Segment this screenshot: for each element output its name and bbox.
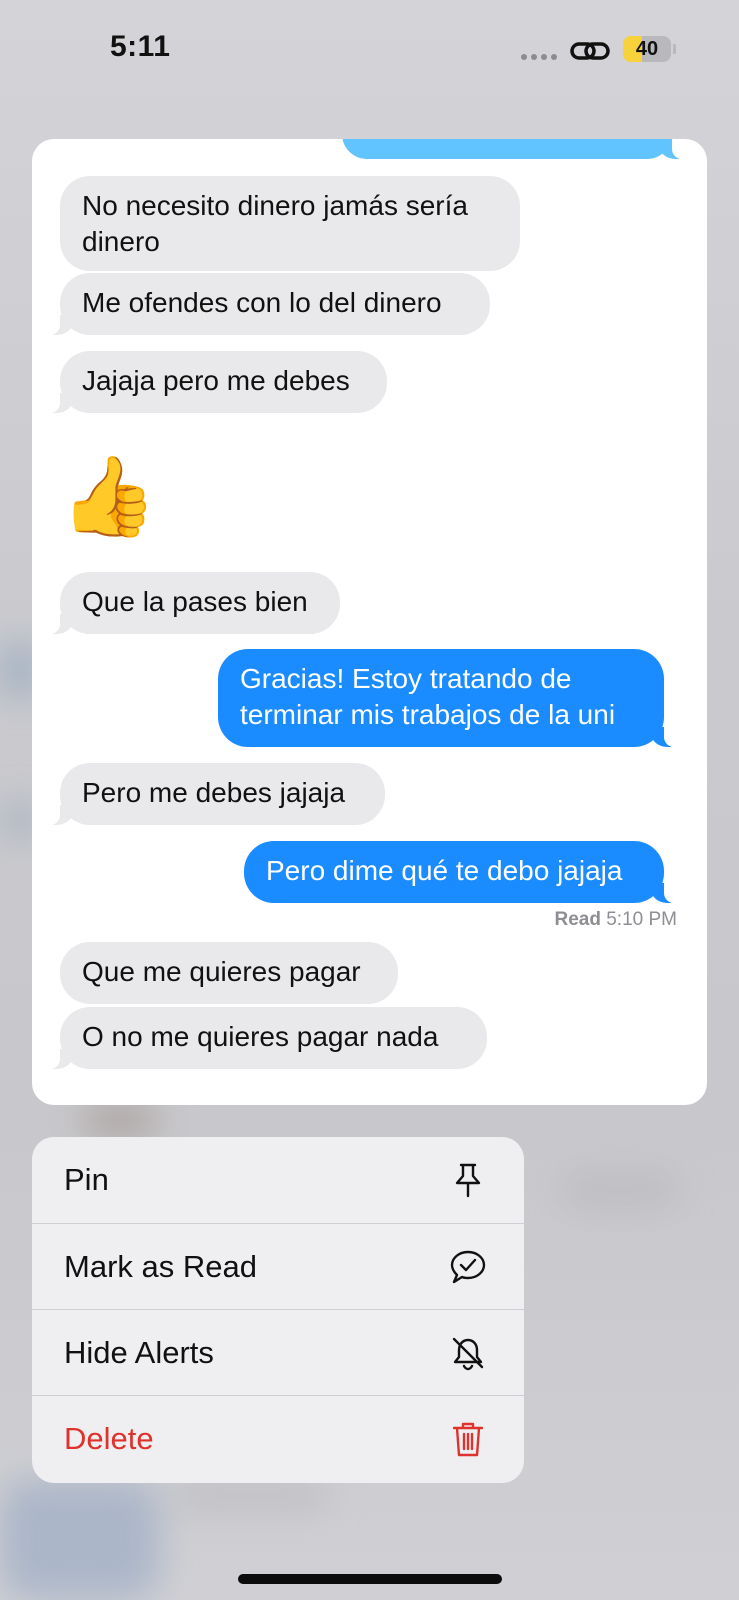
read-receipt: Read 5:10 PM [554, 909, 677, 931]
trash-icon [452, 1422, 484, 1456]
message-bubble-received: Que la pases bien [46, 572, 340, 634]
blurred-shape [170, 1480, 330, 1510]
home-indicator[interactable] [238, 1574, 502, 1584]
menu-item-pin[interactable]: Pin [32, 1137, 524, 1223]
message-bubble-received: No necesito dinero jamás sería dinero [60, 176, 520, 271]
message-text: Pero dime qué te debo jajaja [266, 855, 623, 886]
message-text: Que me quieres pagar [82, 956, 361, 987]
link-icon [570, 42, 610, 60]
cellular-signal-icon [521, 54, 557, 60]
read-receipt-label: Read [554, 909, 601, 930]
message-text: Jajaja pero me debes [82, 365, 350, 396]
battery-level: 40 [635, 37, 659, 60]
menu-item-label: Delete [64, 1420, 154, 1456]
message-check-icon [450, 1250, 486, 1283]
message-text: No necesito dinero jamás sería dinero [82, 190, 468, 257]
context-menu: Pin Mark as Read Hide Alerts Delete [32, 1137, 524, 1483]
menu-item-delete[interactable]: Delete [32, 1395, 524, 1481]
conversation-preview[interactable]: No necesito dinero jamás sería dinero Me… [32, 139, 707, 1105]
message-bubble-received: Jajaja pero me debes [46, 351, 387, 413]
battery-icon: 40 [623, 36, 671, 62]
menu-item-label: Mark as Read [64, 1248, 257, 1284]
message-text: Que la pases bien [82, 586, 308, 617]
message-bubble-received: O no me quieres pagar nada [46, 1007, 487, 1069]
menu-item-mark-as-read[interactable]: Mark as Read [32, 1223, 524, 1309]
message-bubble-sent: Pero dime qué te debo jajaja [244, 841, 678, 903]
read-receipt-time: 5:10 PM [606, 909, 677, 930]
blurred-shape [80, 1100, 160, 1140]
menu-item-hide-alerts[interactable]: Hide Alerts [32, 1309, 524, 1395]
message-text: Gracias! Estoy tratando de terminar mis … [240, 663, 616, 730]
thumbs-up-emoji: 👍 [60, 452, 158, 540]
message-bubble-received: Me ofendes con lo del dinero [46, 273, 490, 335]
blurred-shape [560, 1170, 680, 1210]
menu-item-label: Hide Alerts [64, 1334, 214, 1370]
message-bubble-partial [342, 139, 686, 159]
message-text: O no me quieres pagar nada [82, 1021, 439, 1052]
message-text: Pero me debes jajaja [82, 777, 346, 808]
blurred-shape [0, 1480, 160, 1600]
message-bubble-received: Que me quieres pagar [60, 942, 398, 1004]
message-text: Me ofendes con lo del dinero [82, 287, 442, 318]
message-bubble-sent: Gracias! Estoy tratando de terminar mis … [218, 649, 678, 747]
bell-slash-icon [452, 1337, 484, 1370]
menu-item-label: Pin [64, 1162, 109, 1197]
message-bubble-received: Pero me debes jajaja [46, 763, 385, 825]
status-time: 5:11 [110, 30, 171, 63]
battery-cap [673, 44, 676, 54]
pin-icon [455, 1163, 481, 1198]
